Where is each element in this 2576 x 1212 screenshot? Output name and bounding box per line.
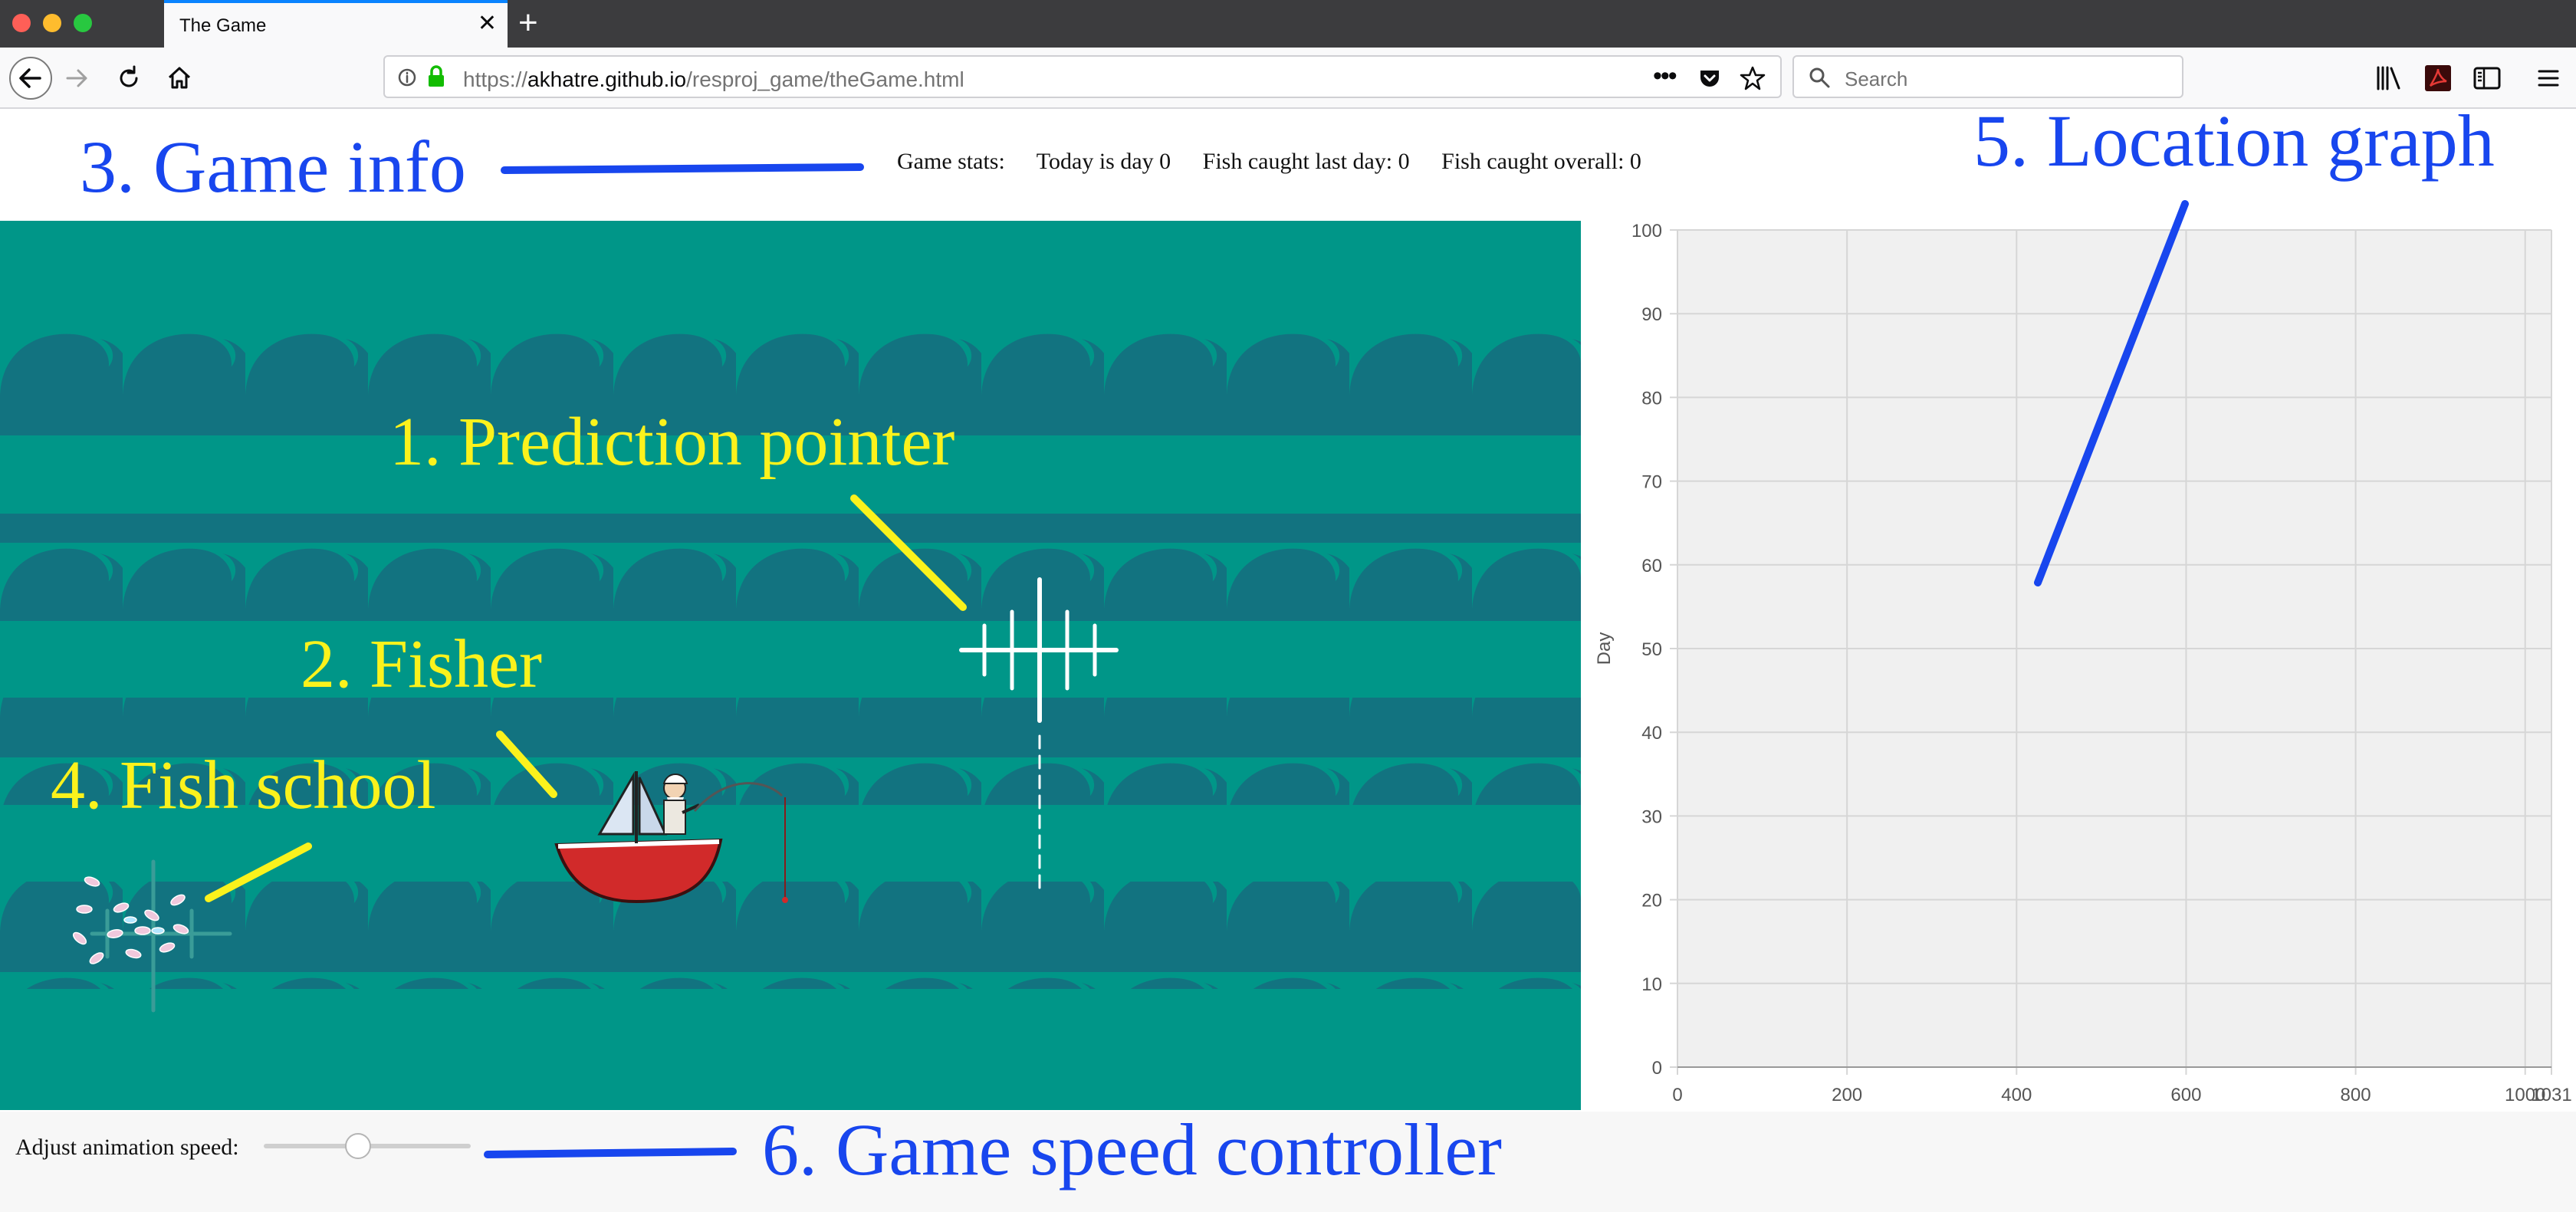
search-icon	[1809, 67, 1830, 88]
game-stats: Game stats: Today is day 0 Fish caught l…	[897, 149, 1668, 175]
game-info-pointer-line	[501, 163, 864, 174]
close-icon[interactable]: ✕	[478, 12, 497, 35]
x-tick-label: 600	[2170, 1085, 2201, 1105]
x-tick-label: 800	[2341, 1085, 2371, 1105]
stats-fish-overall: Fish caught overall: 0	[1441, 149, 1641, 174]
library-icon[interactable]	[2374, 63, 2404, 94]
y-tick-label: 20	[1641, 891, 1662, 911]
annotation-prediction-pointer: 1. Prediction pointer	[389, 404, 955, 480]
info-icon[interactable]	[397, 67, 417, 87]
x-tick-label: 1031	[2531, 1085, 2571, 1105]
maximize-window-button[interactable]	[74, 14, 92, 32]
new-tab-icon[interactable]: +	[518, 5, 538, 41]
y-tick-label: 100	[1631, 221, 1662, 241]
minimize-window-button[interactable]	[43, 14, 61, 32]
close-window-button[interactable]	[12, 14, 31, 32]
speed-label: Adjust animation speed:	[15, 1135, 239, 1160]
y-tick-label: 70	[1641, 472, 1662, 493]
game-canvas[interactable]	[0, 221, 1581, 1110]
y-tick-label: 60	[1641, 556, 1662, 576]
annotation-speed-controller: 6. Game speed controller	[762, 1109, 1502, 1191]
y-tick-label: 10	[1641, 974, 1662, 995]
annotation-fisher: 2. Fisher	[301, 626, 542, 702]
page-actions-icon[interactable]: •••	[1653, 61, 1677, 91]
search-input[interactable]: Search	[1792, 55, 2183, 98]
sidebar-icon[interactable]	[2472, 63, 2502, 94]
search-placeholder: Search	[1845, 67, 1908, 90]
pocket-icon[interactable]	[1697, 66, 1722, 90]
reload-icon[interactable]	[113, 63, 144, 94]
browser-tab[interactable]: The Game ✕	[164, 0, 508, 48]
lock-icon	[429, 65, 444, 87]
forward-arrow-icon[interactable]	[61, 63, 92, 94]
speed-slider-thumb[interactable]	[345, 1133, 372, 1159]
speed-slider-track[interactable]	[264, 1133, 471, 1159]
hamburger-menu-icon[interactable]	[2533, 63, 2564, 94]
y-tick-label: 40	[1641, 723, 1662, 744]
x-tick-label: 400	[2001, 1085, 2032, 1105]
stats-day: Today is day 0	[1036, 149, 1171, 174]
annotation-location-graph: 5. Location graph	[1973, 100, 2495, 182]
y-tick-label: 0	[1652, 1058, 1662, 1079]
y-tick-label: 90	[1641, 304, 1662, 325]
tab-title: The Game	[179, 15, 267, 36]
y-tick-label: 80	[1641, 388, 1662, 409]
location-chart: 01020304050607080901000 200 400 600 800 10001…	[1594, 221, 2572, 1105]
wave-band	[0, 514, 1581, 621]
y-tick-label: 50	[1641, 639, 1662, 660]
browser-titlebar: The Game ✕ +	[0, 0, 2576, 48]
location-graph: 0 10 20 30 40 50 60 70 80 90 100 0 200 400 600 800 1000 1…	[1582, 221, 2576, 1110]
sea-background	[0, 330, 1581, 1013]
back-button[interactable]	[9, 57, 52, 100]
wave-band	[0, 882, 1581, 989]
stats-label: Game stats:	[897, 149, 1005, 174]
star-icon[interactable]	[1739, 64, 1766, 92]
y-axis-label: Day	[1594, 632, 1615, 665]
home-icon[interactable]	[164, 63, 195, 94]
url-text[interactable]: https://akhatre.github.io/resproj_game/t…	[463, 67, 964, 92]
pdf-extension-icon[interactable]	[2423, 63, 2453, 94]
x-tick-label: 200	[1832, 1085, 1862, 1105]
back-arrow-icon	[19, 68, 41, 88]
annotation-fish-school: 4. Fish school	[51, 747, 436, 823]
stats-fish-last-day: Fish caught last day: 0	[1202, 149, 1410, 174]
y-tick-label: 30	[1641, 806, 1662, 827]
address-bar[interactable]: https://akhatre.github.io/resproj_game/t…	[383, 55, 1782, 98]
x-tick-label: 0	[1672, 1085, 1682, 1105]
annotation-game-info: 3. Game info	[80, 126, 466, 208]
